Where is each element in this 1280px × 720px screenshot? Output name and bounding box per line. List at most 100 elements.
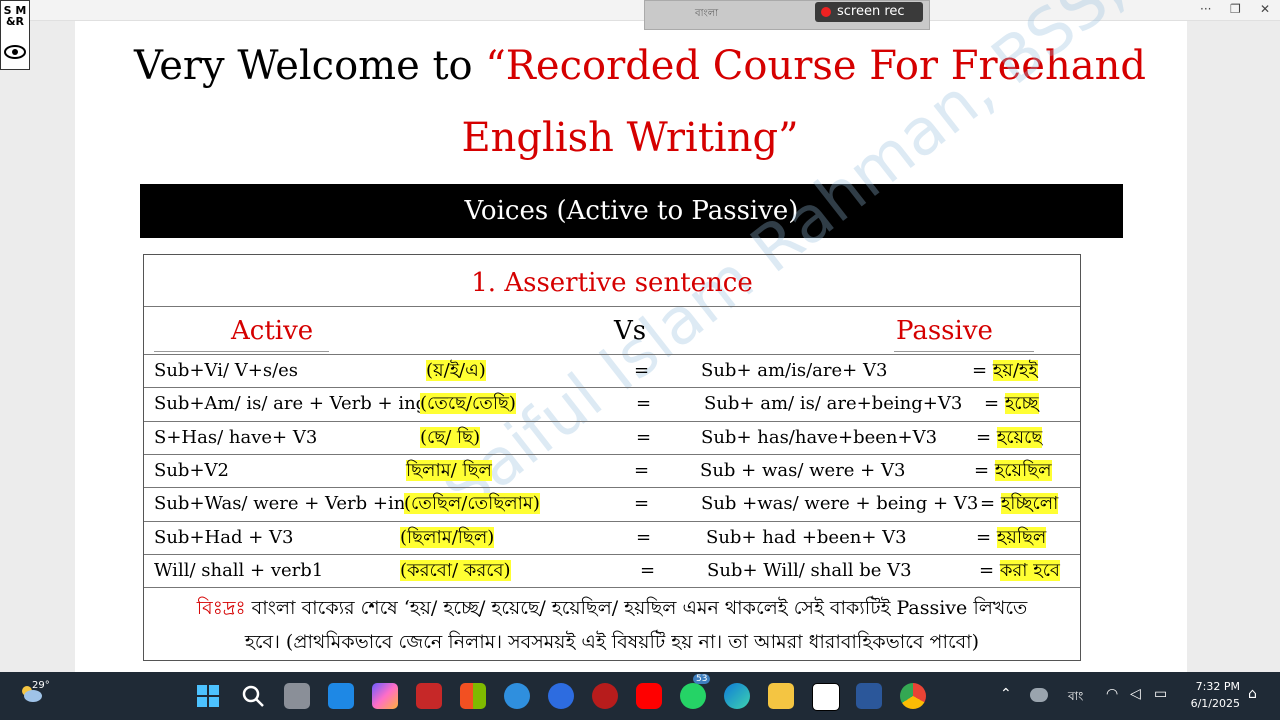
passive-bangla-suffix: = হচ্ছে <box>984 390 1039 418</box>
equals-sign-text: = <box>634 493 650 515</box>
active-formula: Will/ shall + verb1 <box>154 557 323 585</box>
passive-formula: Sub+ am/is/are+ V3 <box>701 357 887 385</box>
active-formula-text: Sub+Had + V3 <box>154 526 294 548</box>
task-view-icon[interactable] <box>284 683 310 709</box>
passive-bangla-suffix-text: হয়েছিল <box>994 459 1052 481</box>
copilot-icon[interactable] <box>372 683 398 709</box>
record-button[interactable]: screen rec <box>815 2 923 22</box>
equals-sign: = <box>634 490 649 518</box>
equals-prefix: = <box>979 559 1000 581</box>
passive-formula: Sub + was/ were + V3 <box>700 457 905 485</box>
edge-icon[interactable] <box>724 683 750 709</box>
equals-sign-text: = <box>634 360 650 381</box>
volume-icon[interactable]: ◁ <box>1130 686 1141 702</box>
passive-bangla-suffix: = হয়েছিল <box>974 457 1052 485</box>
chevron-up-icon[interactable]: ⌃ <box>1000 686 1012 702</box>
passive-bangla-suffix: = করা হবে <box>979 557 1060 585</box>
cloud-icon[interactable] <box>1030 688 1048 702</box>
whatsapp-badge: 53 <box>693 674 711 684</box>
passive-bangla-suffix: = হয়েছে <box>976 424 1043 452</box>
passive-formula-text: Sub+ had +been+ V3 <box>706 526 907 548</box>
myhp-icon[interactable] <box>328 683 354 709</box>
note-label: বিঃদ্রঃ <box>196 597 246 619</box>
equals-sign: = <box>634 357 649 385</box>
equals-sign: = <box>640 557 655 585</box>
equals-prefix: = <box>972 360 993 381</box>
passive-formula: Sub+ had +been+ V3 <box>706 524 907 552</box>
smr-app-icon[interactable] <box>812 683 840 711</box>
more-options-icon[interactable]: ··· <box>1200 2 1211 16</box>
passive-bangla-suffix-text: করা হবে <box>999 559 1060 581</box>
zoom-icon[interactable] <box>548 683 574 709</box>
header-passive-underline <box>894 351 1034 352</box>
table-divider <box>144 306 1080 307</box>
note-text-1: বাংলা বাক্যের শেষে ‘হয়/ হচ্ছে/ হয়েছে/ … <box>245 597 1028 619</box>
clock-date[interactable]: 6/1/2025 <box>1184 697 1240 710</box>
equals-prefix: = <box>980 493 1001 515</box>
active-bangla-suffix: (তেছে/তেছি) <box>420 390 516 418</box>
active-bangla-suffix-text: (তেছে/তেছি) <box>420 393 516 415</box>
notification-icon[interactable]: ⌂ <box>1248 686 1257 702</box>
search-icon[interactable] <box>240 683 266 709</box>
active-formula-text: Sub+Am/ is/ are + Verb + ing <box>154 393 428 415</box>
row-divider <box>144 587 1080 589</box>
passive-formula: Sub+ Will/ shall be V3 <box>707 557 912 585</box>
active-formula: Sub+V2 <box>154 457 229 485</box>
active-bangla-suffix: (ছিলাম/ছিল) <box>400 524 495 552</box>
close-icon[interactable]: ✕ <box>1260 2 1270 16</box>
help-icon[interactable] <box>504 683 530 709</box>
active-formula: S+Has/ have+ V3 <box>154 424 317 452</box>
active-bangla-suffix-text: ছিলাম/ ছিল <box>406 459 492 481</box>
taskbar: 29° 53 ⌃ বাং ◠ ◁ ▭ 7:32 PM 6/1/2025 ⌂ <box>0 672 1280 720</box>
passive-bangla-suffix-text: হয়/হই <box>992 360 1038 381</box>
restore-icon[interactable]: ❐ <box>1230 2 1241 16</box>
language-indicator[interactable]: বাং <box>1068 688 1083 708</box>
passive-formula: Sub+ has/have+been+V3 <box>701 424 937 452</box>
equals-sign: = <box>636 424 651 452</box>
record-dot-icon <box>821 7 831 17</box>
passive-formula-text: Sub+ am/is/are+ V3 <box>701 360 888 381</box>
table-divider <box>144 354 1080 355</box>
active-bangla-suffix: (করবো/ করবে) <box>400 557 511 585</box>
passive-bangla-suffix: = হয়ছিল <box>976 524 1047 552</box>
active-formula-text: Sub+Vi/ V+s/es <box>154 360 299 381</box>
active-formula-text: Will/ shall + verb1 <box>154 559 324 581</box>
title-course-name: “Recorded Course For Freehand <box>485 43 1146 89</box>
voice-rules-table: 1. Assertive sentence Active Vs Passive … <box>143 254 1081 661</box>
equals-prefix: = <box>974 459 995 481</box>
passive-bangla-suffix-text: হচ্ছে <box>1004 393 1039 415</box>
row-divider <box>144 387 1080 389</box>
header-active: Active <box>231 316 314 346</box>
active-bangla-suffix-text: (ছিলাম/ছিল) <box>400 526 495 548</box>
passive-formula-text: Sub+ has/have+been+V3 <box>701 426 938 448</box>
active-formula-text: Sub+V2 <box>154 459 229 481</box>
wifi-icon[interactable]: ◠ <box>1106 686 1118 702</box>
whatsapp-icon[interactable] <box>680 683 706 709</box>
record-label: screen rec <box>837 4 905 19</box>
screen-recorder-bar[interactable]: বাংলা screen rec <box>644 0 930 30</box>
start-icon[interactable] <box>195 683 221 709</box>
recorder-app-icon[interactable] <box>592 683 618 709</box>
passive-formula-text: Sub +was/ were + being + V3 <box>701 493 979 515</box>
note-line-2: হবে। (প্রাথমিকভাবে জেনে নিলাম। সবসময়ই এ… <box>244 631 980 653</box>
clock-time[interactable]: 7:32 PM <box>1190 680 1240 693</box>
file-explorer-icon[interactable] <box>768 683 794 709</box>
store-icon[interactable] <box>460 683 486 709</box>
mcafee-icon[interactable] <box>416 683 442 709</box>
equals-sign-text: = <box>636 426 652 448</box>
title-line-2: English Writing” <box>461 115 799 161</box>
active-bangla-suffix: (ছে/ ছি) <box>420 424 481 452</box>
header-passive: Passive <box>896 316 993 346</box>
battery-icon[interactable]: ▭ <box>1154 686 1167 702</box>
active-formula-text: Sub+Was/ were + Verb +ing <box>154 493 417 515</box>
chrome-icon[interactable] <box>900 683 926 709</box>
youtube-icon[interactable] <box>636 683 662 709</box>
equals-prefix: = <box>984 393 1005 415</box>
active-bangla-suffix-text: (য়/ই/এ) <box>426 360 486 381</box>
passive-bangla-suffix: = হয়/হই <box>972 357 1038 385</box>
active-formula: Sub+Am/ is/ are + Verb + ing <box>154 390 427 418</box>
active-bangla-suffix-text: (করবো/ করবে) <box>400 559 511 581</box>
word-icon[interactable] <box>856 683 882 709</box>
window-controls: ··· ❐ ✕ <box>1200 0 1280 20</box>
equals-sign-text: = <box>636 526 652 548</box>
